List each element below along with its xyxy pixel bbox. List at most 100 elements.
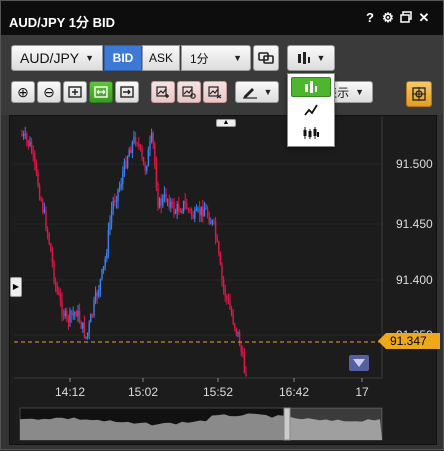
timeframe-select[interactable]: 1分 ▼ (181, 45, 251, 71)
link-chart-button[interactable] (253, 45, 279, 71)
candle-body (147, 149, 150, 167)
candle-body (245, 372, 247, 377)
crosshair-button[interactable] (406, 81, 432, 107)
pencil-icon (242, 88, 257, 99)
candle-body (189, 209, 191, 211)
chevron-down-icon: ▼ (355, 87, 364, 97)
candle-body (42, 200, 44, 212)
candle-body (136, 143, 138, 145)
candle-body (130, 149, 132, 153)
chart-window: AUD/JPY 1分 BID ? ⚙ ✕ AUD/JPY ▼ BID ASK 1… (0, 0, 444, 450)
candle-body (154, 143, 156, 164)
candle-body (67, 316, 70, 323)
navigator-handle (283, 407, 291, 441)
scroll-up-handle[interactable]: ▲ (216, 119, 236, 127)
current-price-value: 91.347 (390, 334, 427, 348)
pair-select-value: AUD/JPY (20, 50, 80, 66)
candle-body (74, 312, 76, 314)
candle-body (62, 314, 65, 317)
candle-body (181, 211, 183, 213)
menu-item-line[interactable] (291, 100, 331, 120)
candle-body (243, 354, 246, 373)
candle-body (29, 141, 31, 146)
title-bar[interactable]: AUD/JPY 1分 BID ? ⚙ ✕ (1, 1, 443, 35)
candle-body (198, 208, 201, 216)
go-latest-button[interactable] (115, 81, 139, 103)
edit-indicator-button[interactable] (177, 81, 201, 103)
candle-body (134, 136, 137, 144)
chevron-down-icon: ▼ (316, 53, 326, 63)
zoom-out-icon: ⊖ (43, 83, 55, 100)
candle-body (208, 216, 210, 224)
scroll-right-button[interactable] (349, 355, 369, 371)
candle-body (176, 204, 178, 212)
chart-type-button[interactable]: ▼ (287, 45, 335, 71)
candle-body (34, 153, 36, 163)
add-indicator-button[interactable] (151, 81, 175, 103)
time-tick-label: 15:52 (203, 385, 233, 399)
chart-area[interactable]: 91.50091.45091.40091.350 14:1215:0215:52… (9, 115, 437, 445)
chevron-down-icon: ▼ (263, 87, 273, 97)
remove-indicator-button[interactable] (203, 81, 227, 103)
gear-icon[interactable]: ⚙ (381, 11, 395, 25)
chevron-down-icon: ▼ (85, 53, 95, 63)
ask-button[interactable]: ASK (142, 45, 180, 71)
menu-item-candlestick[interactable] (291, 123, 331, 143)
candle-body (48, 233, 50, 244)
candle-body (178, 204, 180, 212)
navigator[interactable] (19, 407, 383, 441)
go-latest-icon (120, 86, 134, 98)
restore-icon[interactable] (399, 11, 413, 25)
candle-body (168, 199, 170, 208)
toolbar: AUD/JPY ▼ BID ASK 1分 ▼ ▼ ⊕ ⊖ ▼ 表示 ▼ (1, 35, 443, 115)
candle-body (98, 290, 100, 297)
expand-horizontal-icon (94, 86, 108, 98)
candle-body (75, 312, 78, 317)
candle-body (216, 236, 218, 242)
candle-body (46, 229, 49, 234)
candle-body (184, 200, 186, 203)
zoom-out-button[interactable]: ⊖ (37, 81, 61, 103)
candle-body (190, 209, 193, 216)
candle-body (230, 309, 233, 315)
candle-body (214, 220, 217, 237)
side-panel-toggle[interactable]: ▶ (10, 277, 22, 297)
candle-body (109, 222, 111, 230)
candle-body (118, 186, 121, 190)
close-icon[interactable]: ✕ (417, 11, 431, 25)
candle-body (232, 314, 234, 324)
candle-body (64, 310, 66, 317)
help-icon[interactable]: ? (363, 11, 377, 25)
candle-bar-icon (297, 52, 310, 64)
bid-button[interactable]: BID (104, 45, 142, 71)
candle-body (22, 134, 25, 136)
candle-body (128, 149, 130, 157)
auto-scroll-button[interactable] (89, 81, 113, 103)
candle-body (171, 201, 174, 203)
candle-body (96, 292, 98, 297)
time-tick-label: 15:02 (128, 385, 158, 399)
drawing-tool-button[interactable]: ▼ (235, 81, 279, 103)
menu-item-candle-bar[interactable] (291, 77, 331, 97)
candle-body (123, 161, 126, 174)
fit-chart-button[interactable] (63, 81, 87, 103)
time-tick-label: 14:12 (55, 385, 85, 399)
candle-body (173, 201, 175, 214)
candle-body (94, 292, 97, 301)
remove-chart-icon (208, 86, 222, 99)
candle-body (174, 211, 177, 214)
candle-body (133, 136, 135, 142)
candle-body (38, 186, 41, 199)
link-icon (258, 52, 274, 64)
candle-body (93, 300, 95, 315)
crosshair-icon (412, 87, 426, 101)
candle-body (101, 269, 103, 280)
candle-body (205, 208, 207, 210)
pair-select[interactable]: AUD/JPY ▼ (11, 45, 103, 71)
candle-body (234, 323, 236, 328)
candle-body (186, 202, 188, 209)
candle-body (125, 161, 127, 168)
candle-body (166, 199, 169, 201)
zoom-in-button[interactable]: ⊕ (11, 81, 35, 103)
price-chart[interactable]: 91.50091.45091.40091.350 14:1215:0215:52… (10, 116, 438, 446)
